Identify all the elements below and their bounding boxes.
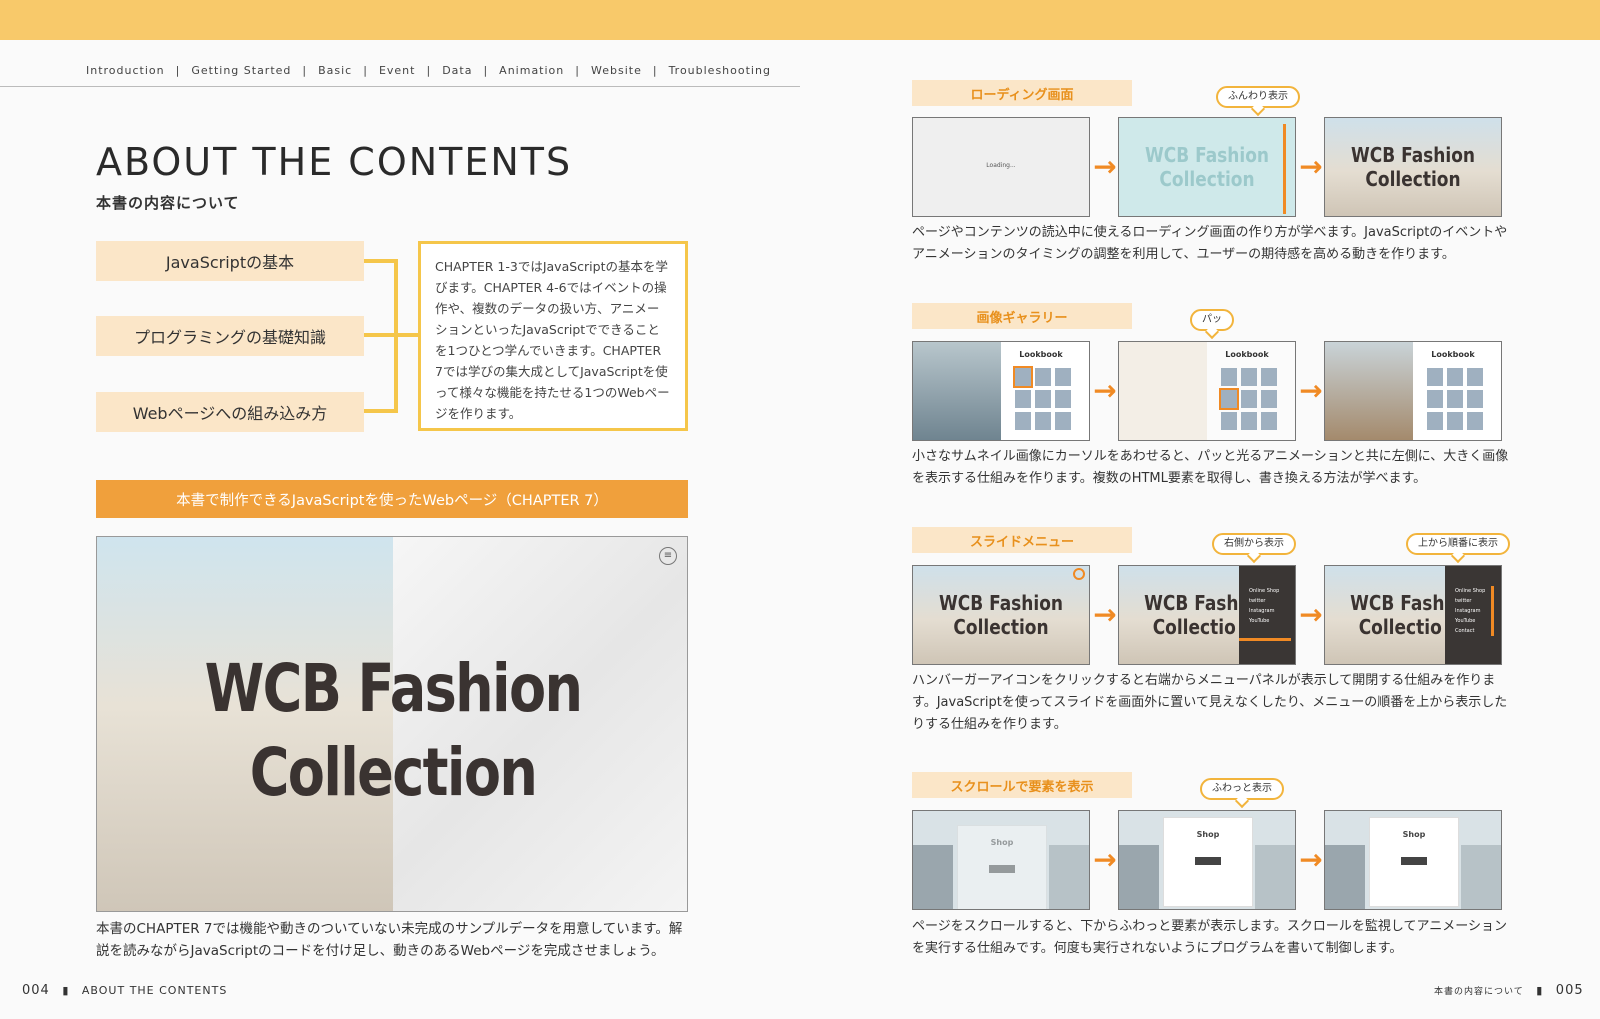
menu-item: Online Shop [1249,588,1280,594]
menu-item: YouTube [1455,618,1476,624]
hero-heading-line1: WCB Fashion [204,650,583,727]
connector-mid-line [364,333,418,337]
scroll-thumb-1: Shop [912,810,1090,910]
chapter-nav: Introduction | Getting Started | Basic | Ev… [86,64,771,77]
section-label-loading: ローディング画面 [912,80,1132,106]
wcb-faded-heading: WCB Fashion Collection [1144,143,1270,191]
lookbook-title: Lookbook [1431,350,1475,359]
bubble-flash: パッ [1190,309,1234,331]
topic-pill-programming: プログラミングの基礎知識 [96,316,364,356]
loading-caption: ページやコンテンツの読込中に使えるローディング画面の作り方が学べます。JavaS… [912,225,1508,262]
top-color-bar [0,0,1600,40]
menu-item: twitter [1455,598,1472,604]
menu-item: Contact [1455,628,1475,634]
arrow-right-icon: → [1093,843,1117,876]
page-subtitle: 本書の内容について [96,194,240,212]
nav-introduction[interactable]: Introduction [86,64,165,77]
bubble-from-right: 右側から表示 [1212,533,1296,555]
loading-thumb-2: WCB Fashion Collection [1118,117,1296,217]
hamburger-icon[interactable]: ≡ [659,547,677,565]
menu-item: Instagram [1455,608,1481,614]
menu-thumb-2: WCB Fashi Collectio Online Shop twitter I… [1118,565,1296,665]
gallery-thumb-1: Lookbook [912,341,1090,441]
scroll-thumb-2: Shop [1118,810,1296,910]
nav-website[interactable]: Website [591,64,642,77]
gallery-thumb-3: Lookbook [1324,341,1502,441]
nav-basic[interactable]: Basic [318,64,352,77]
shop-card: Shop [957,825,1047,909]
menu-item: YouTube [1249,618,1270,624]
left-page-number: 004 [22,983,50,998]
section-label-slide-menu: スライドメニュー [912,527,1132,553]
section-label-scroll: スクロールで要素を表示 [912,772,1132,798]
lookbook-title: Lookbook [1019,350,1063,359]
section-label-gallery: 画像ギャラリー [912,303,1132,329]
topic-pill-basics: JavaScriptの基本 [96,241,364,281]
description-box: CHAPTER 1-3ではJavaScriptの基本を学びます。CHAPTER … [418,241,688,431]
right-footer: 本書の内容について ▮ 005 [1434,983,1584,998]
left-footer-label: ABOUT THE CONTENTS [81,984,228,997]
left-arrow-line [1239,638,1291,641]
loading-thumb-3: WCB Fashion Collection [1324,117,1502,217]
arrow-right-icon: → [1093,374,1117,407]
wcb-heading: WCB Fashion Collection [938,591,1064,639]
scroll-thumb-3: Shop [1324,810,1502,910]
hero-heading: WCB Fashion Collection [150,647,635,815]
up-arrow-line [1283,124,1286,214]
hero-screenshot: WCB Fashion Collection ≡ [96,536,688,912]
nav-data[interactable]: Data [442,64,472,77]
scroll-caption: ページをスクロールすると、下からふわっと要素が表示します。スクロールを監視してア… [912,919,1508,956]
arrow-right-icon: → [1299,150,1323,183]
hero-heading-line2: Collection [249,734,538,811]
menu-item: Instagram [1249,608,1275,614]
nav-divider [0,86,800,87]
menu-thumb-1: WCB Fashion Collection [912,565,1090,665]
right-footer-label: 本書の内容について [1434,987,1524,997]
bubble-float-in: ふわっと表示 [1200,778,1284,800]
loading-text: Loading... [986,162,1016,169]
bubble-fade-in: ふんわり表示 [1216,86,1300,108]
chapter7-banner: 本書で制作できるJavaScriptを使ったWebページ（CHAPTER 7） [96,480,688,518]
bubble-top-down: 上から順番に表示 [1406,533,1510,555]
lookbook-title: Lookbook [1225,350,1269,359]
arrow-right-icon: → [1299,374,1323,407]
left-footer: 004 ▮ ABOUT THE CONTENTS [22,983,228,998]
nav-troubleshooting[interactable]: Troubleshooting [669,64,771,77]
gallery-thumb-2: Lookbook [1118,341,1296,441]
loading-thumb-1: Loading... [912,117,1090,217]
nav-animation[interactable]: Animation [499,64,564,77]
nav-getting-started[interactable]: Getting Started [191,64,291,77]
hero-caption: 本書のCHAPTER 7では機能や動きのついていない未完成のサンプルデータを用意… [96,921,683,959]
gallery-caption: 小さなサムネイル画像にカーソルをあわせると、パッと光るアニメーションと共に左側に… [912,449,1509,486]
right-page-number: 005 [1555,983,1584,998]
wcb-heading: WCB Fashion Collection [1350,143,1476,191]
page-title: ABOUT THE CONTENTS [96,140,573,184]
topic-pill-embedding: Webページへの組み込み方 [96,392,364,432]
arrow-right-icon: → [1299,598,1323,631]
nav-event[interactable]: Event [379,64,416,77]
slide-menu-panel: Online Shop twitter Instagram YouTube [1239,566,1295,664]
menu-thumb-3: WCB Fashi Collectio Online Shop twitter I… [1324,565,1502,665]
hamburger-highlight-icon [1073,568,1085,580]
arrow-right-icon: → [1093,150,1117,183]
menu-caption: ハンバーガーアイコンをクリックすると右端からメニューパネルが表示して開閉する仕組… [912,673,1508,732]
menu-item: Online Shop [1455,588,1486,594]
menu-item: twitter [1249,598,1266,604]
down-arrow-line [1491,586,1494,636]
arrow-right-icon: → [1093,598,1117,631]
shop-card: Shop [1369,817,1459,907]
shop-card: Shop [1163,817,1253,907]
arrow-right-icon: → [1299,843,1323,876]
